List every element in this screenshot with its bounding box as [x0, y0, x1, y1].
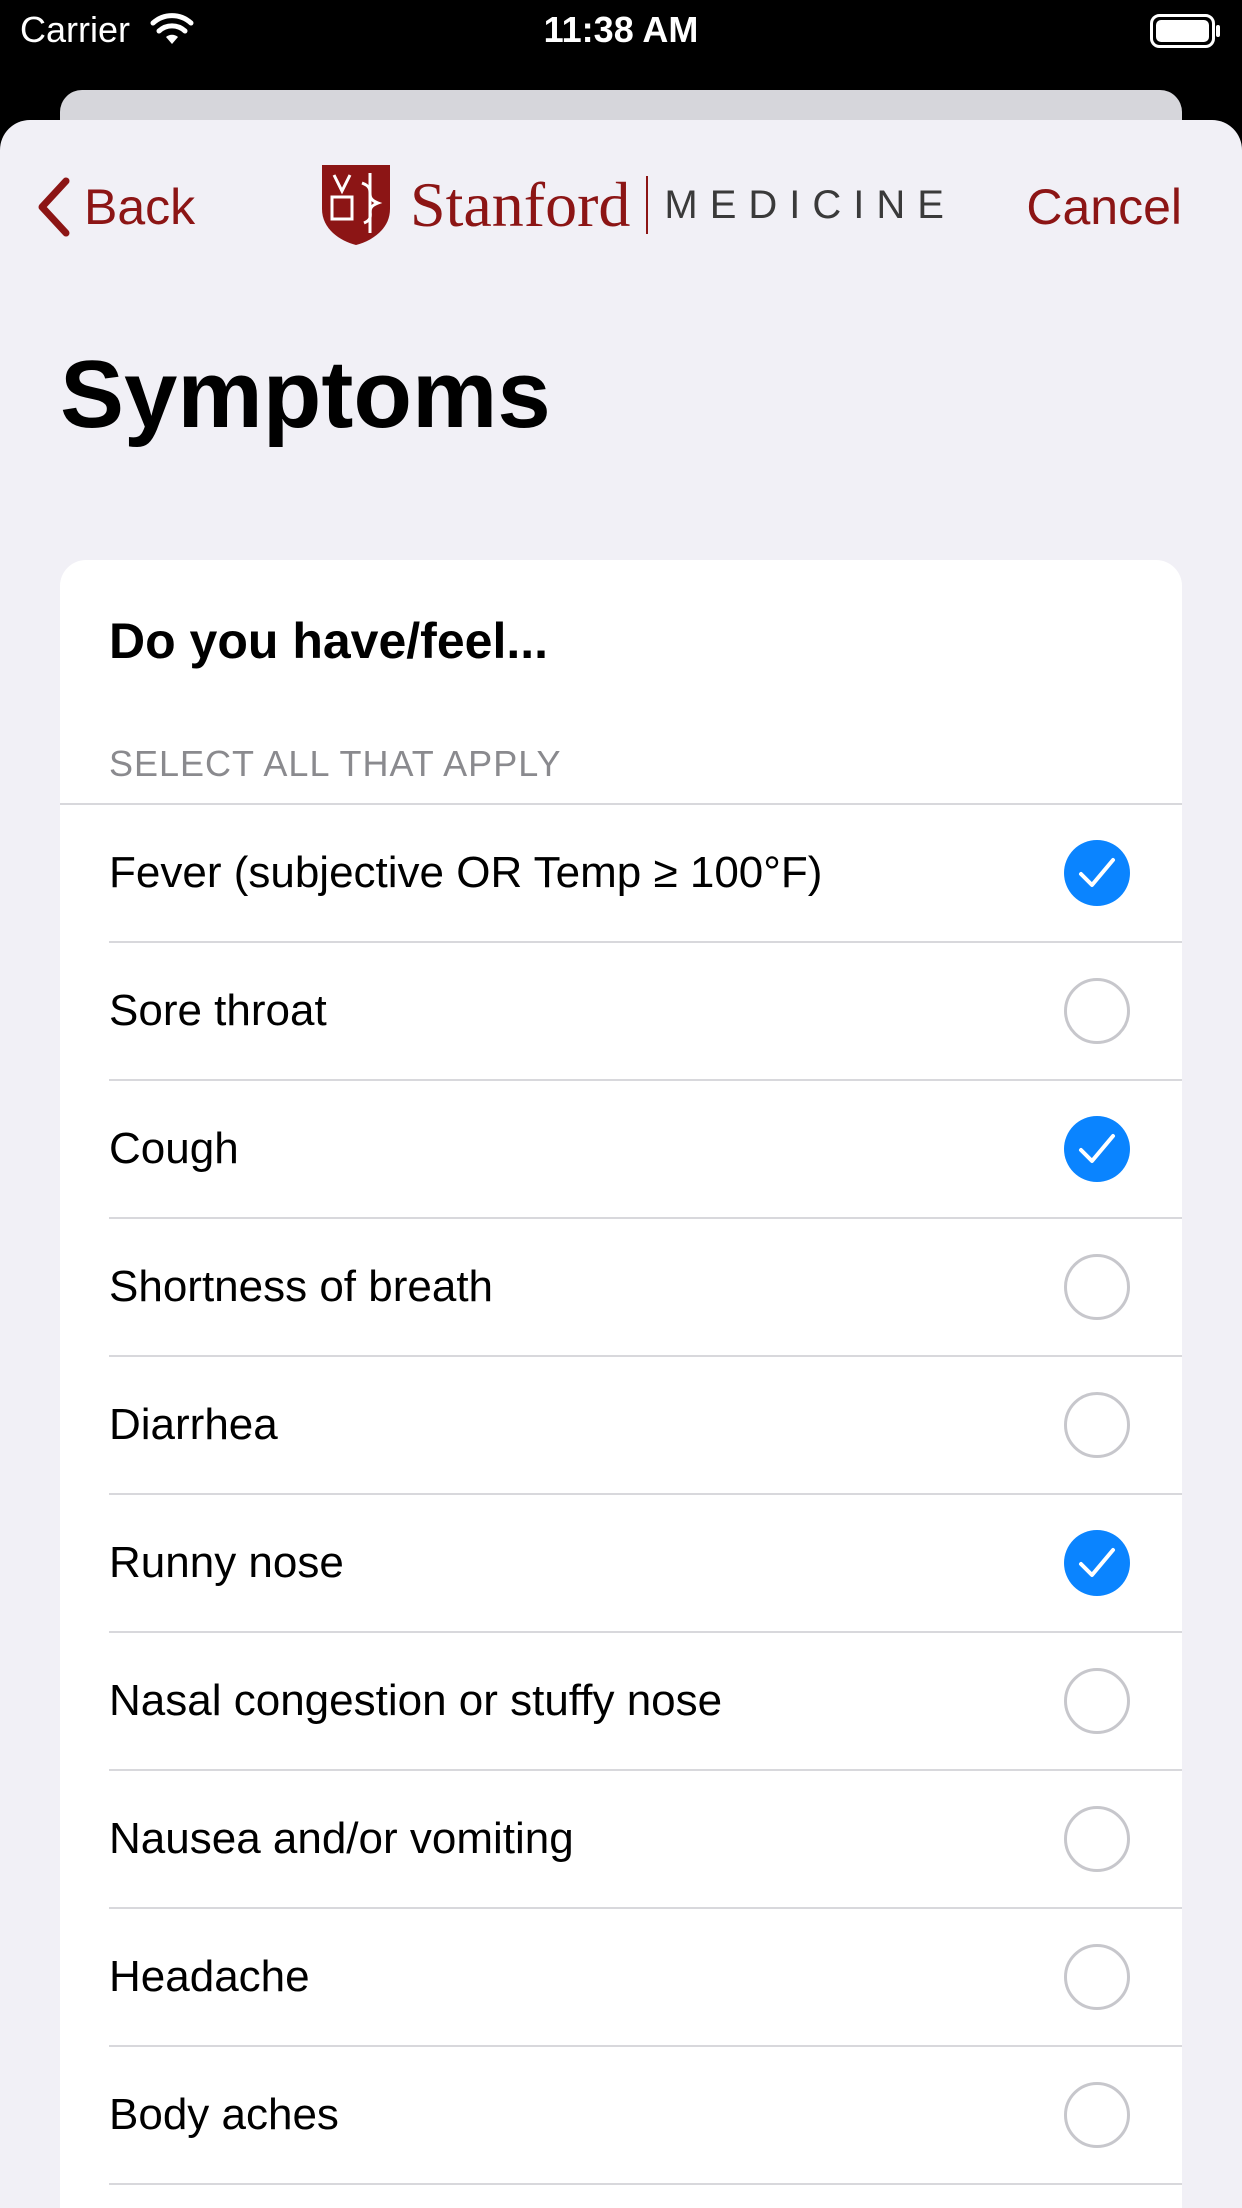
logo-divider	[646, 176, 649, 234]
option-body-aches[interactable]: Body aches	[109, 2047, 1182, 2185]
checkmark-icon	[1064, 840, 1130, 906]
battery-icon	[1150, 14, 1222, 57]
option-nausea[interactable]: Nausea and/or vomiting	[109, 1771, 1182, 1909]
stanford-shield-icon	[322, 165, 390, 245]
option-fever[interactable]: Fever (subjective OR Temp ≥ 100°F)	[109, 805, 1182, 943]
survey-sheet: Back Stanford MEDICINE Cancel Symptoms D…	[0, 120, 1242, 2208]
page-title: Symptoms	[60, 341, 551, 448]
stanford-medicine-logo: Stanford MEDICINE	[320, 160, 956, 250]
back-button[interactable]: Back	[36, 172, 195, 242]
option-label: Runny nose	[109, 1538, 344, 1587]
option-cough[interactable]: Cough	[109, 1081, 1182, 1219]
question-text: Do you have/feel...	[109, 613, 549, 669]
option-runny-nose[interactable]: Runny nose	[109, 1495, 1182, 1633]
checkmark-icon	[1064, 1392, 1130, 1458]
option-label: Fever (subjective OR Temp ≥ 100°F)	[109, 848, 823, 897]
option-shortness-of-breath[interactable]: Shortness of breath	[109, 1219, 1182, 1357]
option-label: Cough	[109, 1124, 239, 1173]
checkmark-icon	[1064, 978, 1130, 1044]
option-label: Shortness of breath	[109, 1262, 494, 1311]
option-diarrhea[interactable]: Diarrhea	[109, 1357, 1182, 1495]
checkmark-icon	[1064, 1530, 1130, 1596]
checkmark-icon	[1064, 1806, 1130, 1872]
logo-subtitle: MEDICINE	[664, 183, 956, 227]
checkmark-icon	[1064, 1254, 1130, 1320]
option-label: Diarrhea	[109, 1400, 278, 1449]
option-label: Nasal congestion or stuffy nose	[109, 1676, 723, 1725]
chevron-left-icon	[38, 177, 70, 237]
checkmark-icon	[1064, 2082, 1130, 2148]
option-label: Headache	[109, 1952, 310, 2001]
option-label: Sore throat	[109, 986, 327, 1035]
checkmark-icon	[1064, 1668, 1130, 1734]
logo-name: Stanford	[410, 169, 631, 240]
status-bar: Carrier 11:38 AM	[0, 0, 1242, 62]
option-nasal-congestion[interactable]: Nasal congestion or stuffy nose	[109, 1633, 1182, 1771]
option-sore-throat[interactable]: Sore throat	[109, 943, 1182, 1081]
clock: 11:38 AM	[543, 9, 699, 50]
options-list: Fever (subjective OR Temp ≥ 100°F) Sore …	[60, 805, 1182, 2185]
option-label: Nausea and/or vomiting	[109, 1814, 574, 1863]
cancel-button[interactable]: Cancel	[1026, 172, 1182, 242]
navigation-bar: Back Stanford MEDICINE Cancel	[0, 120, 1242, 290]
checkmark-icon	[1064, 1944, 1130, 2010]
option-label: Body aches	[109, 2090, 339, 2139]
question-card: Do you have/feel... SELECT ALL THAT APPL…	[60, 560, 1182, 2208]
back-label: Back	[84, 179, 196, 235]
instruction-text: SELECT ALL THAT APPLY	[109, 743, 562, 784]
checkmark-icon	[1064, 1116, 1130, 1182]
option-headache[interactable]: Headache	[109, 1909, 1182, 2047]
